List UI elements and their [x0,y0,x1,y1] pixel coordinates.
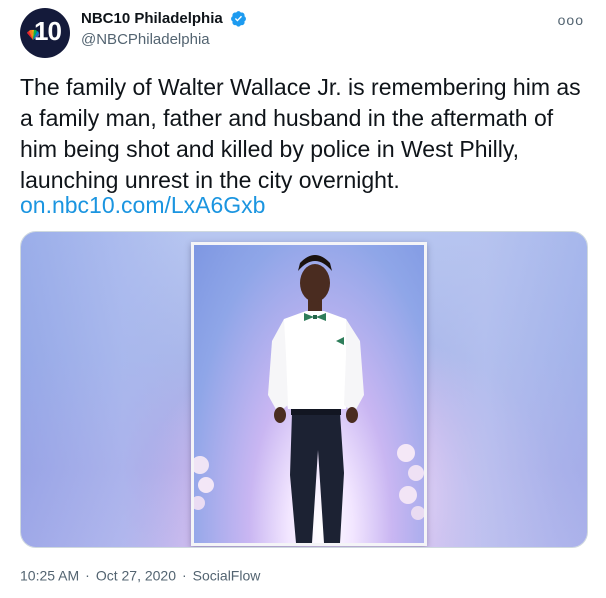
tweet-meta: 10:25 AM · Oct 27, 2020 · SocialFlow [20,566,260,583]
tweet-time[interactable]: 10:25 AM [20,567,79,583]
tweet-header: 10 NBC10 Philadelphia @NBCPhiladelphia o… [20,8,590,58]
account-names: NBC10 Philadelphia @NBCPhiladelphia [81,10,247,48]
avatar[interactable]: 10 [20,8,70,58]
more-options-icon[interactable]: ooo [558,12,584,28]
verified-badge-icon [231,11,247,27]
meta-separator: · [85,567,90,584]
tweet-link[interactable]: on.nbc10.com/LxA6Gxb [20,192,265,219]
media-blur-right [417,232,587,547]
media-blur-left [21,232,191,547]
tweet-media[interactable] [20,231,588,548]
avatar-text: 10 [34,16,62,46]
tweet-date[interactable]: Oct 27, 2020 [96,567,176,583]
tweet-text: The family of Walter Wallace Jr. is reme… [20,74,581,193]
photo-image [191,242,427,546]
person-figure-icon [194,255,424,543]
meta-separator-2: · [182,567,187,584]
display-name[interactable]: NBC10 Philadelphia [81,10,223,27]
handle[interactable]: @NBCPhiladelphia [81,31,247,48]
tweet-source[interactable]: SocialFlow [193,567,261,583]
